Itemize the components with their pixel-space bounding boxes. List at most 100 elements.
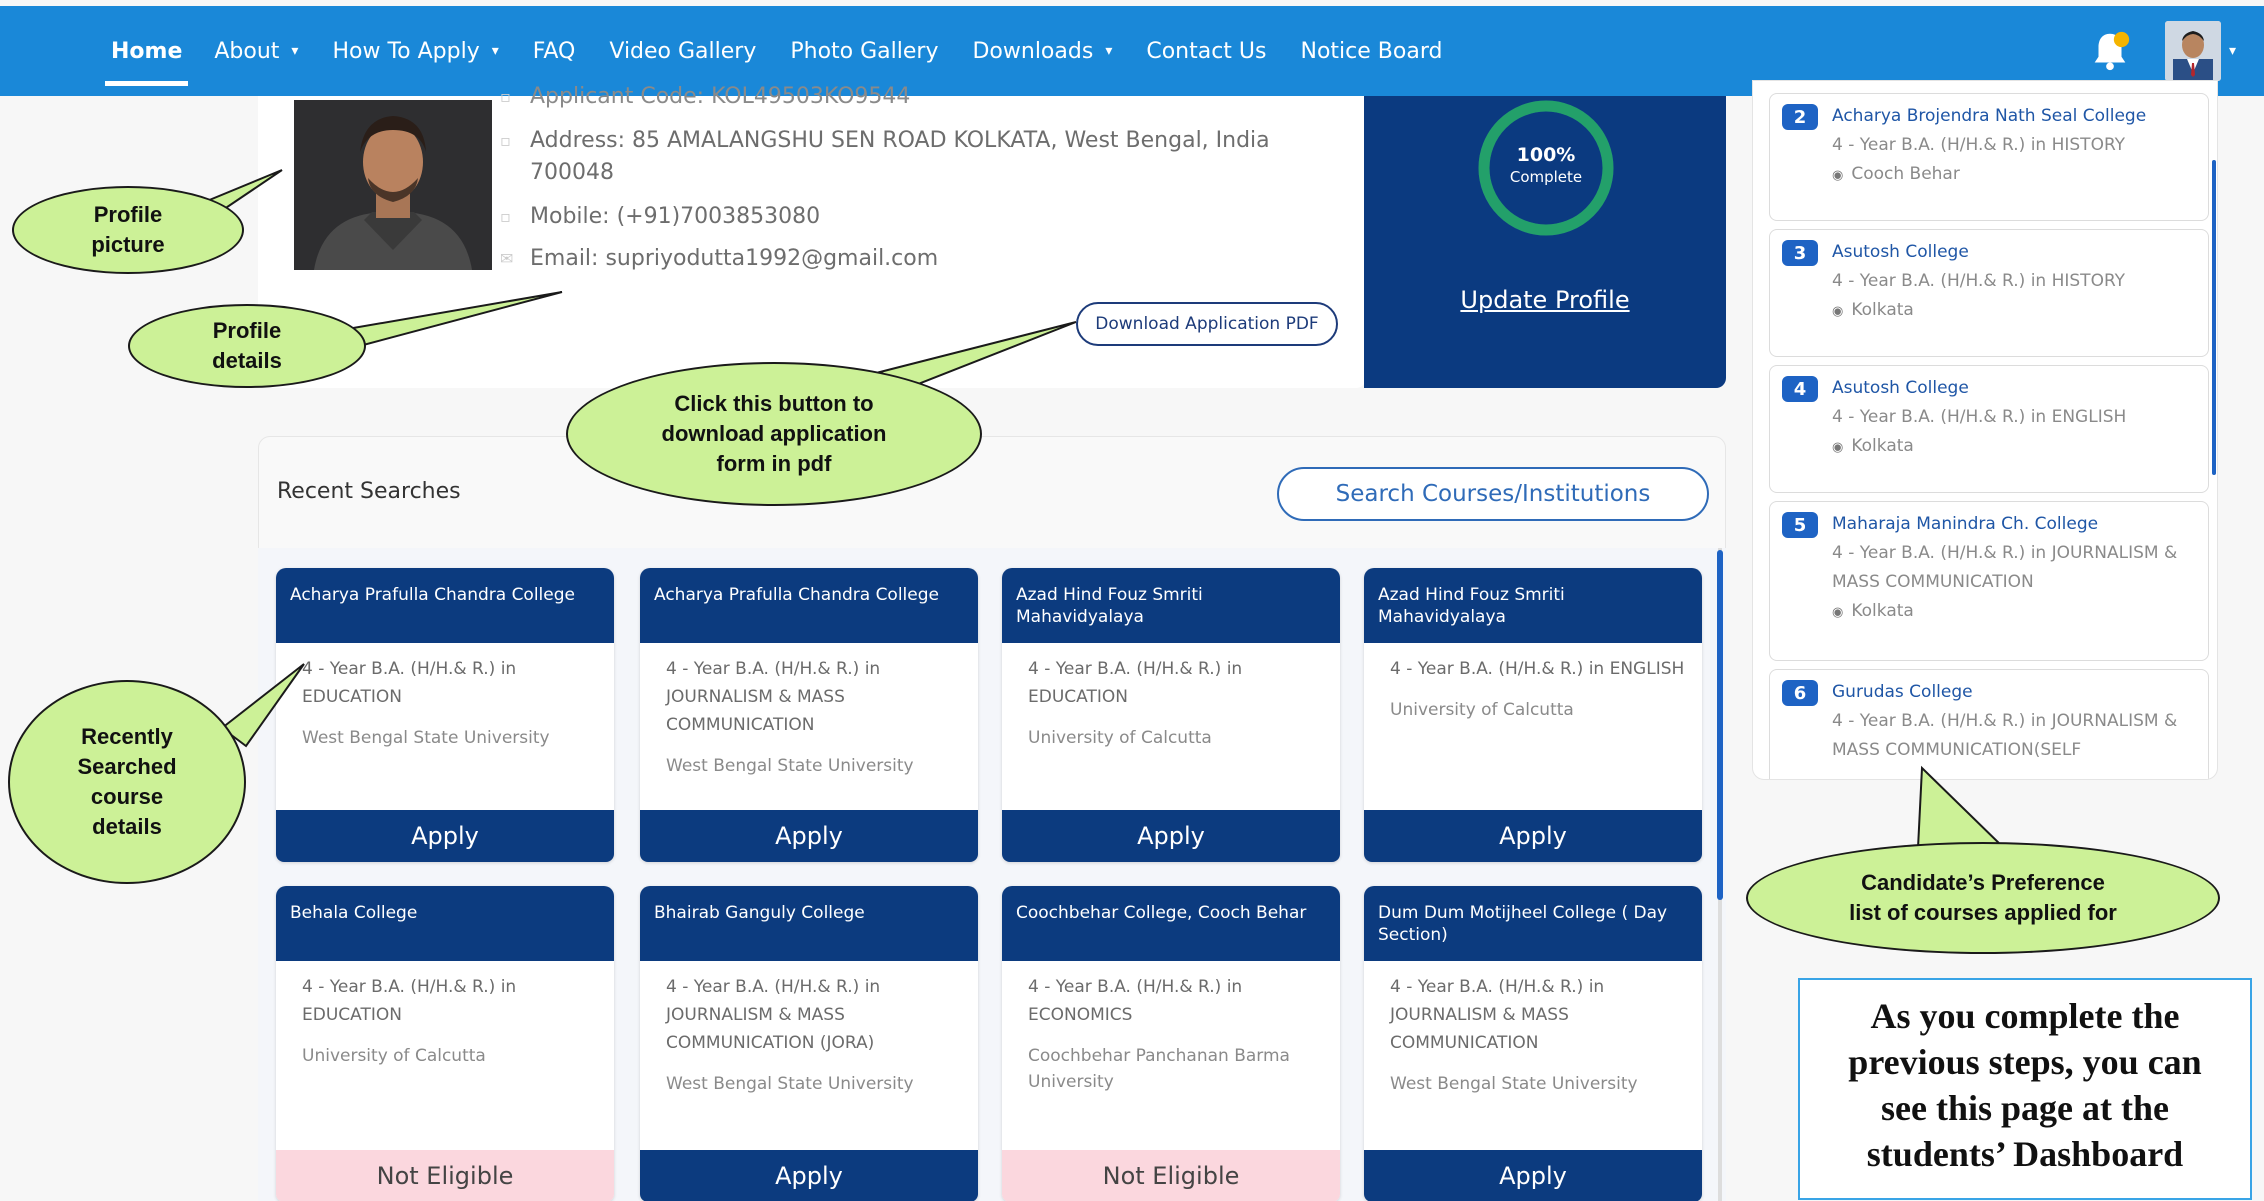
course-card: Dum Dum Motijheel College ( Day Section)… (1364, 886, 1702, 1201)
preference-item[interactable]: 5 Maharaja Manindra Ch. College 4 - Year B… (1769, 501, 2209, 661)
course-card-course: 4 - Year B.A. (H/H.& R.) in JOURNALISM &… (666, 659, 881, 735)
course-card-university: University of Calcutta (1028, 728, 1212, 748)
results-scrollbar-thumb[interactable] (1717, 550, 1723, 900)
callout-recent-hint: Recently Searched course details (8, 680, 246, 884)
course-card-college: Behala College (276, 886, 614, 961)
nav-item-downloads[interactable]: Downloads ▾ (972, 6, 1112, 96)
nav-item-home[interactable]: Home (104, 6, 189, 96)
callout-profile-picture: Profile picture (12, 186, 244, 274)
search-courses-button[interactable]: Search Courses/Institutions (1277, 467, 1709, 521)
course-card-university: West Bengal State University (666, 756, 914, 776)
bell-icon[interactable] (2087, 28, 2133, 74)
nav-item-label: Video Gallery (609, 38, 757, 64)
preference-course: 4 - Year B.A. (H/H.& R.) in HISTORY (1832, 271, 2126, 291)
preference-course: 4 - Year B.A. (H/H.& R.) in ENGLISH (1832, 407, 2127, 427)
chevron-down-icon: ▾ (1105, 43, 1113, 59)
preference-item[interactable]: 4 Asutosh College 4 - Year B.A. (H/H.& R.)… (1769, 365, 2209, 493)
course-card-course: 4 - Year B.A. (H/H.& R.) in ENGLISH (1390, 659, 1685, 679)
download-application-pdf-button[interactable]: Download Application PDF (1076, 302, 1338, 346)
course-card-course: 4 - Year B.A. (H/H.& R.) in EDUCATION (1028, 659, 1243, 707)
course-card: Acharya Prafulla Chandra College 4 - Year… (640, 568, 978, 862)
preference-scrollbar-thumb[interactable] (2212, 160, 2216, 475)
not-eligible-status: Not Eligible (1002, 1150, 1340, 1201)
nav-item-about[interactable]: About ▾ (214, 6, 298, 96)
address-line-2: 700048 (530, 160, 614, 185)
course-card: Azad Hind Fouz Smriti Mahavidyalaya 4 - Y… (1002, 568, 1340, 862)
preference-number: 5 (1782, 512, 1818, 538)
nav-item-label: Downloads (972, 38, 1094, 64)
course-card: Azad Hind Fouz Smriti Mahavidyalaya 4 - Y… (1364, 568, 1702, 862)
preference-item[interactable]: 6 Gurudas College 4 - Year B.A. (H/H.& R.)… (1769, 669, 2209, 779)
preference-location: Cooch Behar (1832, 160, 2198, 190)
apply-button[interactable]: Apply (640, 810, 978, 862)
apply-button[interactable]: Apply (276, 810, 614, 862)
preference-college: Asutosh College (1832, 378, 1969, 398)
nav-item-label: Notice Board (1300, 38, 1443, 64)
progress-label: Complete (1509, 168, 1583, 186)
course-card-course: 4 - Year B.A. (H/H.& R.) in JOURNALISM &… (1390, 977, 1605, 1053)
course-card-university: West Bengal State University (302, 728, 550, 748)
nav-item-label: FAQ (532, 38, 576, 64)
preference-location: Kolkata (1832, 296, 2198, 326)
nav-item-label: Home (111, 38, 183, 64)
update-profile-link[interactable]: Update Profile (1364, 286, 1726, 314)
course-card-university: University of Calcutta (302, 1046, 486, 1066)
nav-item-how-to-apply[interactable]: How To Apply ▾ (332, 6, 498, 96)
preference-course: 4 - Year B.A. (H/H.& R.) in JOURNALISM &… (1832, 543, 2178, 592)
chevron-down-icon: ▾ (291, 43, 299, 59)
course-card-course: 4 - Year B.A. (H/H.& R.) in ECONOMICS (1028, 977, 1243, 1025)
profile-picture (294, 100, 492, 270)
course-card-university: West Bengal State University (1390, 1074, 1638, 1094)
nav-item-label: How To Apply (332, 38, 480, 64)
preference-course: 4 - Year B.A. (H/H.& R.) in JOURNALISM &… (1832, 711, 2178, 760)
apply-button[interactable]: Apply (640, 1150, 978, 1201)
location-icon: ▫ (500, 131, 511, 150)
apply-button[interactable]: Apply (1002, 810, 1340, 862)
nav-item-label: Contact Us (1146, 38, 1267, 64)
profile-status-card: 100% Complete Update Profile (1364, 96, 1726, 388)
progress-readout: 100% Complete (1470, 144, 1622, 186)
course-card-college: Azad Hind Fouz Smriti Mahavidyalaya (1364, 568, 1702, 643)
user-avatar[interactable] (2164, 21, 2221, 81)
apply-button[interactable]: Apply (1364, 810, 1702, 862)
preference-college: Asutosh College (1832, 242, 1969, 262)
applicant-code: ▫ Applicant Code: KOL49503KO9544 (500, 82, 910, 112)
nav-item-contact-us[interactable]: Contact Us (1146, 6, 1266, 96)
course-card: Bhairab Ganguly College 4 - Year B.A. (H/… (640, 886, 978, 1201)
recent-searches-title: Recent Searches (277, 479, 461, 504)
preference-number: 6 (1782, 680, 1818, 706)
course-card-college: Dum Dum Motijheel College ( Day Section) (1364, 886, 1702, 961)
preference-number: 3 (1782, 240, 1818, 266)
preference-college: Acharya Brojendra Nath Seal College (1832, 106, 2147, 126)
preference-item[interactable]: 2 Acharya Brojendra Nath Seal College 4 - … (1769, 93, 2209, 221)
preference-college: Maharaja Manindra Ch. College (1832, 514, 2099, 534)
profile-card: ▫ Applicant Code: KOL49503KO9544 ▫ Addre… (258, 84, 1366, 388)
callout-profile-details: Profile details (128, 304, 366, 388)
nav-item-notice-board[interactable]: Notice Board (1301, 6, 1443, 96)
course-card-college: Acharya Prafulla Chandra College (640, 568, 978, 643)
course-card-course: 4 - Year B.A. (H/H.& R.) in EDUCATION (302, 659, 517, 707)
preference-location: Kolkata (1832, 597, 2198, 627)
avatar-caret-icon[interactable]: ▾ (2229, 43, 2236, 59)
mail-icon: ✉ (500, 249, 514, 268)
course-card-university: West Bengal State University (666, 1074, 914, 1094)
nav-item-label: About (214, 38, 280, 64)
course-card-college: Coochbehar College, Cooch Behar (1002, 886, 1340, 961)
preference-location: Kolkata (1832, 432, 2198, 462)
preference-item[interactable]: 3 Asutosh College 4 - Year B.A. (H/H.& R.)… (1769, 229, 2209, 357)
preference-course: 4 - Year B.A. (H/H.& R.) in HISTORY (1832, 135, 2126, 155)
course-card-college: Acharya Prafulla Chandra College (276, 568, 614, 643)
address-line-1: ▫ Address: 85 AMALANGSHU SEN ROAD KOLKAT… (500, 126, 1270, 156)
pointer-preference (1916, 765, 2007, 849)
preference-list-panel: 2 Acharya Brojendra Nath Seal College 4 - … (1752, 80, 2218, 780)
course-card-university: University of Calcutta (1390, 700, 1574, 720)
mobile-number: ▫ Mobile: (+91)7003853080 (500, 202, 820, 232)
phone-icon: ▫ (500, 207, 511, 226)
apply-button[interactable]: Apply (1364, 1150, 1702, 1201)
not-eligible-status: Not Eligible (276, 1150, 614, 1201)
course-card: Coochbehar College, Cooch Behar 4 - Year … (1002, 886, 1340, 1201)
chevron-down-icon: ▾ (491, 43, 499, 59)
course-card-course: 4 - Year B.A. (H/H.& R.) in EDUCATION (302, 977, 517, 1025)
callout-preference-hint: Candidate’s Preference list of courses ap… (1746, 842, 2220, 954)
email-address: ✉ Email: supriyodutta1992@gmail.com (500, 244, 938, 274)
